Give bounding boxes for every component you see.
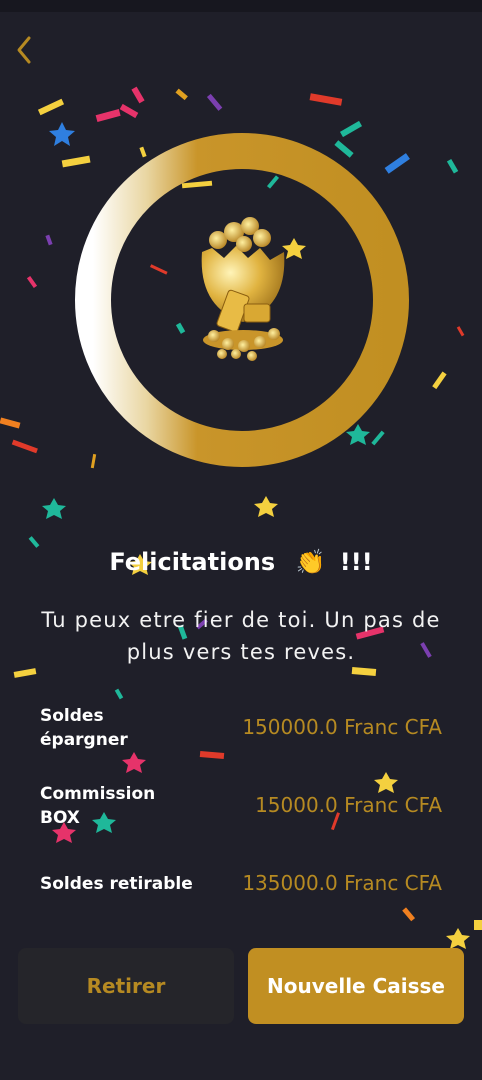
balance-row-savings: Soldes épargner 150000.0 Franc CFA <box>40 704 442 756</box>
balance-value: 150000.0 Franc CFA <box>242 715 442 739</box>
title-exclamation: !!! <box>339 548 373 576</box>
congratulations-message: Tu peux etre fier de toi. Un pas de plus… <box>41 608 441 664</box>
chevron-left-icon <box>17 36 31 64</box>
status-bar <box>0 0 482 12</box>
commission-label: Commission BOX <box>40 784 156 828</box>
balance-label: Soldes épargner <box>40 706 128 750</box>
commission-value: 15000.0 Franc CFA <box>255 793 442 817</box>
congratulations-title: Felicitations 👏 !!! <box>0 548 482 576</box>
new-box-button[interactable]: Nouvelle Caisse <box>248 948 464 1024</box>
withdrawable-label: Soldes retirable <box>40 874 193 894</box>
withdrawable-value: 135000.0 Franc CFA <box>242 871 442 895</box>
clapping-hands-icon: 👏 <box>295 548 326 576</box>
balance-row-withdrawable: Soldes retirable 135000.0 Franc CFA <box>40 871 442 900</box>
balance-row-commission: Commission BOX 15000.0 Franc CFA <box>40 782 442 834</box>
congratulations-screen: Felicitations 👏 !!! Tu peux etre fier de… <box>0 0 482 1080</box>
withdraw-button[interactable]: Retirer <box>18 948 234 1024</box>
treasure-egg-image <box>188 212 298 368</box>
back-button[interactable] <box>6 32 42 68</box>
title-text: Felicitations <box>109 548 276 576</box>
